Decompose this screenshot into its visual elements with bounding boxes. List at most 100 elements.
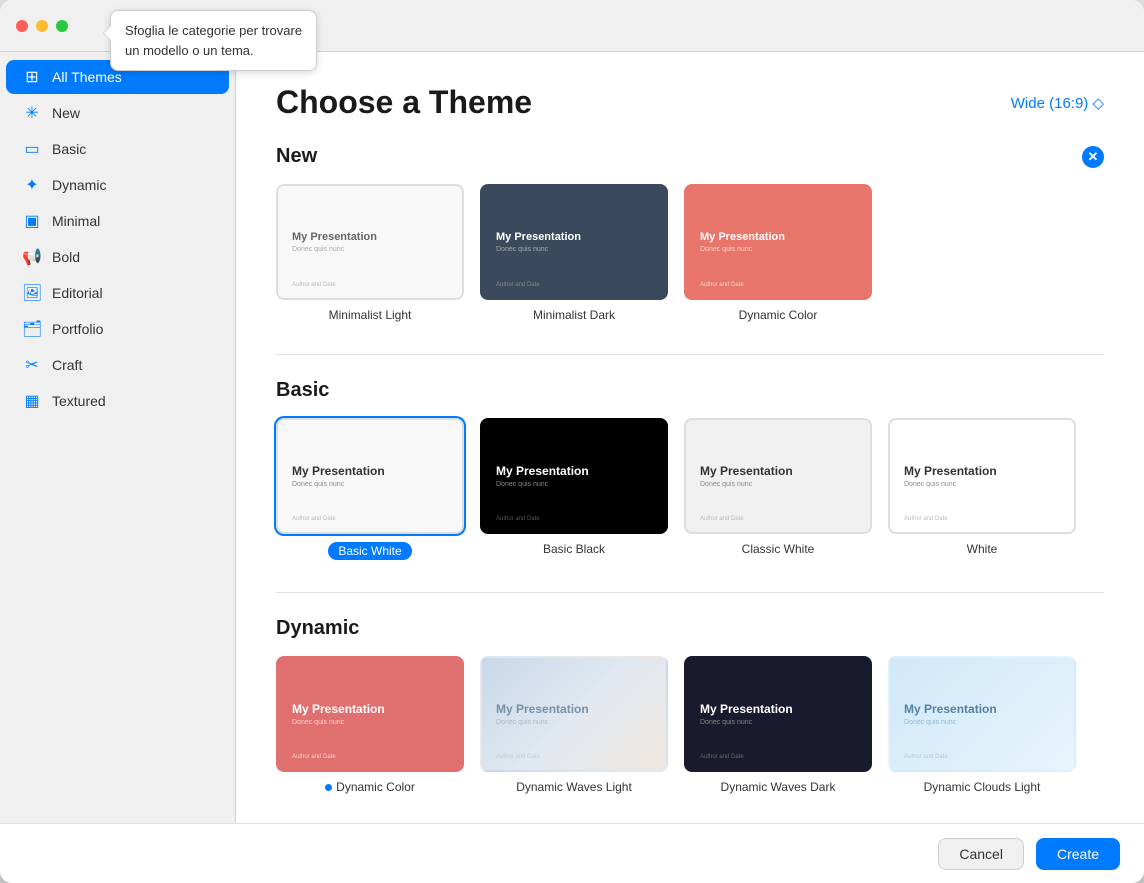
section-divider-2 (276, 592, 1104, 593)
theme-label-waves-dark: Dynamic Waves Dark (721, 780, 836, 794)
sidebar-item-editorial[interactable]: 🖼 Editorial (6, 276, 229, 310)
theme-label-minimalist-light: Minimalist Light (329, 308, 412, 322)
theme-label-dynamic-color-new: Dynamic Color (739, 308, 818, 322)
sidebar-item-new[interactable]: ✳ New (6, 96, 229, 130)
theme-thumbnail-white: My Presentation Donec quis nunc Author a… (888, 418, 1076, 534)
fullscreen-button[interactable] (56, 20, 68, 32)
theme-card-waves-light[interactable]: My Presentation Donec quis nunc Author a… (480, 656, 668, 794)
sidebar-item-portfolio[interactable]: 🗂 Portfolio (6, 312, 229, 346)
thumb-title: My Presentation (292, 231, 448, 243)
theme-label-basic-white: Basic White (328, 542, 411, 560)
thumb-title: My Presentation (292, 464, 448, 478)
main-window: Sfoglia le categorie per trovare un mode… (0, 0, 1144, 883)
dynamic-section-header: Dynamic (276, 617, 1104, 640)
sidebar-label-basic: Basic (52, 141, 86, 157)
thumb-subtitle: Donec quis nunc (496, 246, 652, 253)
theme-card-basic-black[interactable]: My Presentation Donec quis nunc Author a… (480, 418, 668, 560)
theme-card-classic-white[interactable]: My Presentation Donec quis nunc Author a… (684, 418, 872, 560)
main-content: Choose a Theme Wide (16:9) ◇ New ✕ My Pr… (236, 52, 1144, 823)
minimal-icon: ▣ (22, 211, 42, 231)
thumb-subtitle: Donec quis nunc (292, 481, 448, 488)
dynamic-section-title: Dynamic (276, 617, 359, 640)
thumb-author: Author and Date (496, 516, 540, 522)
sidebar-label-editorial: Editorial (52, 285, 103, 301)
thumb-subtitle: Donec quis nunc (700, 719, 856, 726)
dynamic-themes-grid: My Presentation Donec quis nunc Author a… (276, 656, 1104, 794)
bottom-bar: Cancel Create (0, 823, 1144, 883)
thumb-author: Author and Date (496, 282, 540, 288)
bold-icon: 📢 (22, 247, 42, 267)
new-section: New ✕ My Presentation Donec quis nunc Au… (276, 145, 1104, 322)
basic-section: Basic My Presentation Donec quis nunc Au… (276, 379, 1104, 560)
thumb-subtitle: Donec quis nunc (292, 719, 448, 726)
sidebar: ⊞ All Themes ✳ New ▭ Basic ✦ Dynamic ▣ M… (0, 52, 236, 823)
thumb-subtitle: Donec quis nunc (700, 246, 856, 253)
sidebar-item-dynamic[interactable]: ✦ Dynamic (6, 168, 229, 202)
new-section-title: New (276, 145, 317, 168)
thumb-subtitle: Donec quis nunc (292, 246, 448, 253)
theme-thumbnail-classic-white: My Presentation Donec quis nunc Author a… (684, 418, 872, 534)
aspect-ratio-label: Wide (16:9) ◇ (1011, 94, 1104, 112)
sidebar-label-bold: Bold (52, 249, 80, 265)
sidebar-item-basic[interactable]: ▭ Basic (6, 132, 229, 166)
theme-label-dynamic-color2: Dynamic Color (325, 780, 415, 794)
grid-icon: ⊞ (22, 67, 42, 87)
thumb-title: My Presentation (496, 702, 652, 716)
main-header: Choose a Theme Wide (16:9) ◇ (276, 84, 1104, 121)
thumb-title: My Presentation (904, 702, 1060, 716)
editorial-icon: 🖼 (22, 283, 42, 303)
theme-card-dynamic-color-new[interactable]: My Presentation Donec quis nunc Author a… (684, 184, 872, 322)
aspect-ratio-selector[interactable]: Wide (16:9) ◇ (1011, 94, 1104, 112)
sidebar-item-craft[interactable]: ✂ Craft (6, 348, 229, 382)
close-new-section-button[interactable]: ✕ (1082, 146, 1104, 168)
titlebar (0, 0, 1144, 52)
thumb-author: Author and Date (292, 516, 336, 522)
theme-thumbnail-basic-black: My Presentation Donec quis nunc Author a… (480, 418, 668, 534)
create-button[interactable]: Create (1036, 838, 1120, 870)
theme-card-clouds-light[interactable]: My Presentation Donec quis nunc Author a… (888, 656, 1076, 794)
active-dot (325, 784, 332, 791)
dynamic-icon: ✦ (22, 175, 42, 195)
thumb-title: My Presentation (292, 702, 448, 716)
sidebar-item-bold[interactable]: 📢 Bold (6, 240, 229, 274)
close-button[interactable] (16, 20, 28, 32)
theme-card-minimalist-dark[interactable]: My Presentation Donec quis nunc Author a… (480, 184, 668, 322)
sidebar-item-all-themes[interactable]: ⊞ All Themes (6, 60, 229, 94)
theme-label-classic-white: Classic White (742, 542, 815, 556)
new-themes-grid: My Presentation Donec quis nunc Author a… (276, 184, 1104, 322)
thumb-author: Author and Date (496, 754, 540, 760)
new-section-header: New ✕ (276, 145, 1104, 168)
basic-themes-grid: My Presentation Donec quis nunc Author a… (276, 418, 1104, 560)
textured-icon: ▦ (22, 391, 42, 411)
theme-card-dynamic-color[interactable]: My Presentation Donec quis nunc Author a… (276, 656, 464, 794)
thumb-title: My Presentation (700, 464, 856, 478)
cancel-button[interactable]: Cancel (938, 838, 1024, 870)
thumb-author: Author and Date (292, 282, 336, 288)
thumb-title: My Presentation (700, 702, 856, 716)
thumb-subtitle: Donec quis nunc (904, 481, 1060, 488)
theme-card-white[interactable]: My Presentation Donec quis nunc Author a… (888, 418, 1076, 560)
theme-thumbnail-dynamic-color: My Presentation Donec quis nunc Author a… (684, 184, 872, 300)
thumb-author: Author and Date (700, 516, 744, 522)
minimize-button[interactable] (36, 20, 48, 32)
page-title: Choose a Theme (276, 84, 532, 121)
thumb-title: My Presentation (496, 464, 652, 478)
theme-card-minimalist-light[interactable]: My Presentation Donec quis nunc Author a… (276, 184, 464, 322)
basic-section-title: Basic (276, 379, 329, 402)
thumb-title: My Presentation (496, 231, 652, 243)
thumb-title: My Presentation (700, 231, 856, 243)
theme-thumbnail-clouds-light: My Presentation Donec quis nunc Author a… (888, 656, 1076, 772)
sidebar-item-textured[interactable]: ▦ Textured (6, 384, 229, 418)
theme-thumbnail-minimalist-dark: My Presentation Donec quis nunc Author a… (480, 184, 668, 300)
theme-card-waves-dark[interactable]: My Presentation Donec quis nunc Author a… (684, 656, 872, 794)
thumb-title: My Presentation (904, 464, 1060, 478)
theme-label-white: White (967, 542, 998, 556)
theme-card-basic-white[interactable]: My Presentation Donec quis nunc Author a… (276, 418, 464, 560)
basic-icon: ▭ (22, 139, 42, 159)
sidebar-label-all-themes: All Themes (52, 69, 122, 85)
thumb-subtitle: Donec quis nunc (496, 481, 652, 488)
sidebar-item-minimal[interactable]: ▣ Minimal (6, 204, 229, 238)
thumb-subtitle: Donec quis nunc (904, 719, 1060, 726)
sidebar-label-new: New (52, 105, 80, 121)
sidebar-label-portfolio: Portfolio (52, 321, 103, 337)
